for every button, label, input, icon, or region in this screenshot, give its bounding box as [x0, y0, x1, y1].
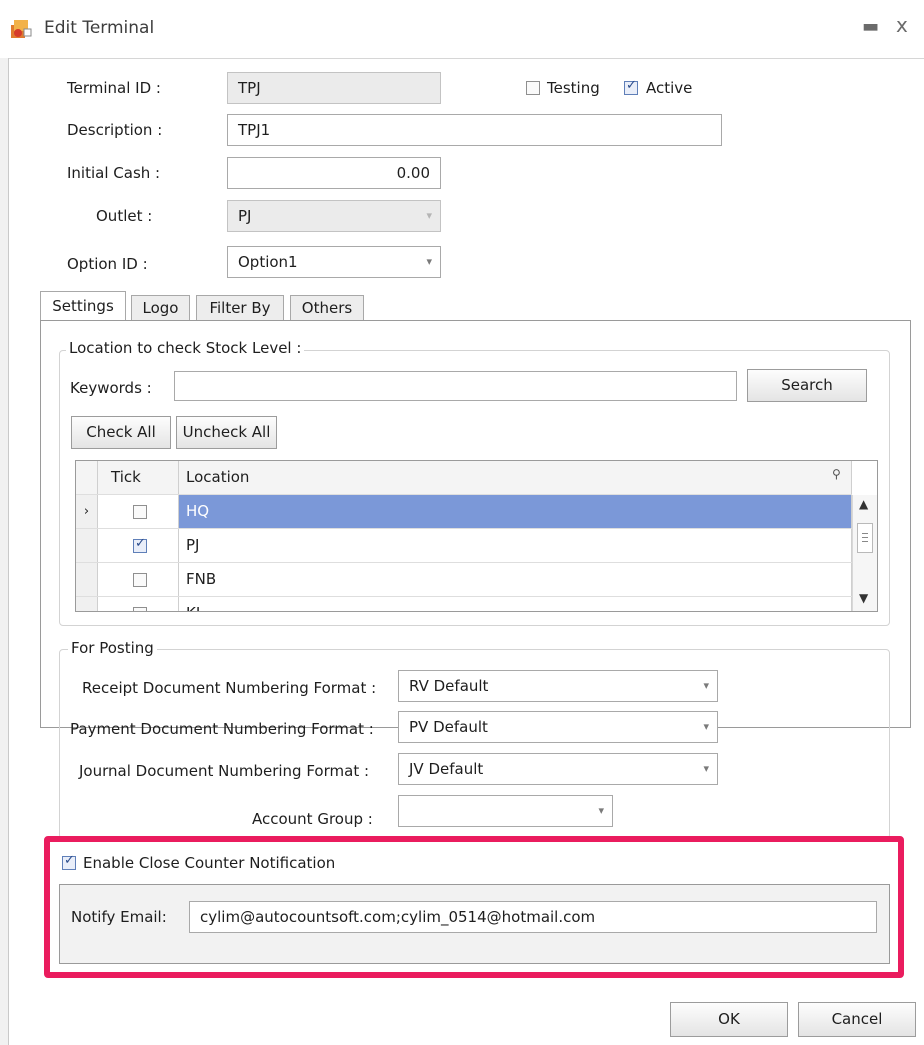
scroll-up-icon[interactable]: ▲ [859, 497, 868, 511]
tick-column-header[interactable]: Tick [98, 461, 179, 494]
chevron-down-icon: ▾ [598, 804, 604, 817]
app-icon [11, 20, 32, 38]
tick-cell [98, 563, 179, 596]
outlet-value: PJ [238, 207, 252, 225]
testing-checkbox[interactable] [526, 81, 540, 95]
row-indicator [76, 597, 98, 611]
payment-format-value: PV Default [409, 718, 488, 736]
journal-format-combo[interactable]: JV Default ▾ [398, 753, 718, 785]
table-row[interactable]: FNB [76, 563, 852, 597]
location-cell: FNB [179, 563, 852, 596]
grid-header: Tick Location ⚲ [76, 461, 852, 495]
location-cell: HQ [179, 495, 852, 528]
description-field[interactable]: TPJ1 [227, 114, 722, 146]
row-checkbox[interactable] [133, 505, 147, 519]
row-checkbox[interactable] [133, 573, 147, 587]
receipt-format-value: RV Default [409, 677, 489, 695]
payment-format-combo[interactable]: PV Default ▾ [398, 711, 718, 743]
option-id-combo[interactable]: Option1 ▾ [227, 246, 441, 278]
keywords-label: Keywords : [70, 379, 152, 397]
location-column-header[interactable]: Location [179, 461, 852, 494]
account-group-label: Account Group : [252, 810, 373, 828]
tick-cell: ✓ [98, 529, 179, 562]
keywords-input[interactable] [174, 371, 737, 401]
row-checkbox[interactable] [133, 607, 147, 611]
journal-format-label: Journal Document Numbering Format : [79, 762, 370, 780]
title-bar: Edit Terminal ▬ x [0, 0, 924, 59]
scroll-thumb[interactable] [857, 523, 873, 553]
chevron-down-icon: ▾ [426, 255, 432, 268]
window-title: Edit Terminal [44, 18, 155, 38]
testing-label: Testing [547, 79, 600, 97]
filter-icon[interactable]: ⚲ [832, 467, 841, 481]
current-row-icon: › [76, 495, 98, 528]
ok-button[interactable]: OK [670, 1002, 788, 1037]
outlet-label: Outlet : [96, 207, 153, 225]
table-row[interactable]: ✓ PJ [76, 529, 852, 563]
tick-cell [98, 597, 179, 611]
row-indicator [76, 563, 98, 596]
check-all-button[interactable]: Check All [71, 416, 171, 449]
tick-cell [98, 495, 179, 528]
tab-others[interactable]: Others [290, 295, 364, 321]
check-icon: ✓ [135, 536, 146, 551]
chevron-down-icon: ▾ [703, 720, 709, 733]
initial-cash-field[interactable]: 0.00 [227, 157, 441, 189]
table-row[interactable]: › HQ [76, 495, 852, 529]
row-checkbox[interactable]: ✓ [133, 536, 147, 553]
location-grid: Tick Location ⚲ › HQ ✓ PJ FNB ▲ ▼ [75, 460, 878, 612]
edit-terminal-window: Edit Terminal ▬ x Terminal ID : TPJ Test… [0, 0, 924, 1045]
chevron-down-icon: ▾ [703, 679, 709, 692]
active-label: Active [646, 79, 693, 97]
grid-scrollbar[interactable]: ▲ ▼ [852, 495, 877, 611]
journal-format-value: JV Default [409, 760, 484, 778]
chevron-down-icon: ▾ [426, 209, 432, 222]
search-button[interactable]: Search [747, 369, 867, 402]
close-icon[interactable]: x [896, 13, 908, 37]
option-id-value: Option1 [238, 253, 298, 271]
posting-group-title: For Posting [68, 639, 157, 657]
initial-cash-label: Initial Cash : [67, 164, 161, 182]
terminal-id-label: Terminal ID : [67, 79, 161, 97]
chevron-down-icon: ▾ [703, 762, 709, 775]
option-id-label: Option ID : [67, 255, 148, 273]
tab-settings[interactable]: Settings [40, 291, 126, 321]
uncheck-all-button[interactable]: Uncheck All [176, 416, 277, 449]
tab-logo[interactable]: Logo [131, 295, 190, 321]
active-checkbox[interactable]: ✓ [624, 78, 638, 95]
row-indicator [76, 529, 98, 562]
receipt-format-label: Receipt Document Numbering Format : [82, 679, 377, 697]
row-indicator-header [76, 461, 98, 494]
left-frame [0, 58, 9, 1045]
highlight-annotation [44, 836, 904, 978]
tab-filter-by[interactable]: Filter By [196, 295, 284, 321]
stock-level-group-title: Location to check Stock Level : [66, 339, 305, 357]
table-row[interactable]: KL [76, 597, 852, 611]
minimize-icon[interactable]: ▬ [862, 16, 879, 37]
receipt-format-combo[interactable]: RV Default ▾ [398, 670, 718, 702]
cancel-button[interactable]: Cancel [798, 1002, 916, 1037]
outlet-combo[interactable]: PJ ▾ [227, 200, 441, 232]
location-cell: KL [179, 597, 852, 611]
terminal-id-field[interactable]: TPJ [227, 72, 441, 104]
check-icon: ✓ [626, 78, 637, 93]
account-group-combo[interactable]: ▾ [398, 795, 613, 827]
scroll-down-icon[interactable]: ▼ [859, 591, 868, 605]
location-cell: PJ [179, 529, 852, 562]
description-label: Description : [67, 121, 163, 139]
payment-format-label: Payment Document Numbering Format : [70, 720, 374, 738]
